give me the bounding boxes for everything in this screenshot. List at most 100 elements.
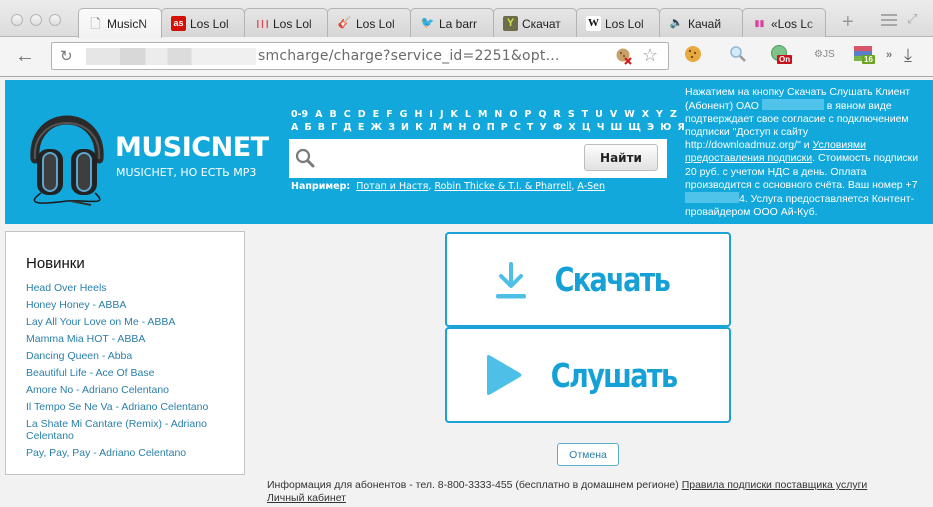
letter-link[interactable]: Л xyxy=(429,121,437,134)
letter-link[interactable]: У xyxy=(539,121,546,134)
minimize-window-button[interactable] xyxy=(30,14,42,26)
letter-link[interactable]: З xyxy=(388,121,395,134)
back-arrow-icon[interactable]: ← xyxy=(15,45,35,68)
cookie-extension-icon[interactable] xyxy=(684,45,702,68)
letter-link[interactable]: Z xyxy=(670,108,677,121)
letter-link[interactable]: М xyxy=(443,121,452,134)
letter-link[interactable]: E xyxy=(373,108,380,121)
browser-tab[interactable]: 🔈 Качай xyxy=(659,8,743,37)
letter-link[interactable]: A xyxy=(315,108,322,121)
find-button[interactable]: Найти xyxy=(584,144,658,171)
letter-link[interactable]: X xyxy=(642,108,649,121)
new-release-link[interactable]: Il Tempo Se Ne Va - Adriano Celentano xyxy=(26,401,231,414)
letter-link[interactable]: Ф xyxy=(553,121,562,134)
letter-link[interactable]: F xyxy=(386,108,393,121)
letter-link[interactable]: 0-9 xyxy=(291,108,308,121)
new-release-link[interactable]: La Shate Mi Cantare (Remix) - Adriano Ce… xyxy=(26,418,231,442)
subscription-rules-link[interactable]: Правила подписки поставщика услуги xyxy=(682,479,868,491)
new-release-link[interactable]: Beautiful Life - Ace Of Base xyxy=(26,367,231,380)
browser-tab[interactable]: Y Скачат xyxy=(493,8,577,37)
extensions-overflow-button[interactable]: » xyxy=(886,49,892,61)
zoom-window-button[interactable] xyxy=(49,14,61,26)
letter-link[interactable]: N xyxy=(494,108,502,121)
example-link[interactable]: Потап и Настя xyxy=(356,181,428,192)
letter-link[interactable]: Э xyxy=(647,121,654,134)
letter-link[interactable]: Y xyxy=(656,108,663,121)
search-extension-icon[interactable] xyxy=(729,45,747,68)
personal-account-link[interactable]: Личный кабинет xyxy=(267,492,346,504)
letter-link[interactable]: C xyxy=(344,108,351,121)
letter-link[interactable]: G xyxy=(400,108,408,121)
letter-link[interactable]: U xyxy=(595,108,603,121)
new-tab-button[interactable]: + xyxy=(842,11,854,34)
letter-link[interactable]: Щ xyxy=(628,121,641,134)
letter-link[interactable]: M xyxy=(478,108,487,121)
site-brand[interactable]: MUSICNET xyxy=(115,132,269,163)
letter-link[interactable]: L xyxy=(465,108,471,121)
letter-link[interactable]: К xyxy=(415,121,423,134)
letter-link[interactable]: R xyxy=(554,108,561,121)
letter-link[interactable]: Q xyxy=(538,108,546,121)
letter-link[interactable]: Е xyxy=(358,121,365,134)
letter-link[interactable]: Б xyxy=(304,121,311,134)
letter-link[interactable]: С xyxy=(514,121,521,134)
menu-icon[interactable] xyxy=(881,14,897,29)
letter-link[interactable]: Х xyxy=(568,121,575,134)
new-release-link[interactable]: Lay All Your Love on Me - ABBA xyxy=(26,316,231,329)
javascript-extension-icon[interactable]: ⚙JS xyxy=(814,49,835,60)
letter-link[interactable]: Ц xyxy=(582,121,591,134)
download-button[interactable]: Скачать xyxy=(445,232,731,327)
letter-link[interactable]: V xyxy=(610,108,617,121)
letter-link[interactable]: O xyxy=(509,108,517,121)
globe-extension-icon[interactable]: On xyxy=(770,45,793,68)
letter-link[interactable]: Я xyxy=(677,121,684,134)
close-window-button[interactable] xyxy=(11,14,23,26)
new-release-link[interactable]: Amore No - Adriano Celentano xyxy=(26,384,231,397)
letter-link[interactable]: T xyxy=(582,108,588,121)
letter-link[interactable]: P xyxy=(524,108,531,121)
letter-link[interactable]: K xyxy=(451,108,458,121)
new-release-link[interactable]: Head Over Heels xyxy=(26,282,231,295)
letter-link[interactable]: W xyxy=(624,108,634,121)
new-release-link[interactable]: Mamma Mia HOT - ABBA xyxy=(26,333,231,346)
new-release-link[interactable]: Pay, Pay, Pay - Adriano Celentano xyxy=(26,447,231,460)
letter-link[interactable]: Р xyxy=(501,121,508,134)
address-bar[interactable]: ↻ smcharge/charge?service_id=2251&opt… ☆ xyxy=(51,42,669,70)
letter-link[interactable]: О xyxy=(473,121,481,134)
browser-tab[interactable]: ❙❙❙ Los Lol xyxy=(244,8,328,37)
new-release-link[interactable]: Dancing Queen - Abba xyxy=(26,350,231,363)
letter-link[interactable]: S xyxy=(568,108,575,121)
browser-tab[interactable]: 🐦 La barr xyxy=(410,8,494,37)
letter-link[interactable]: Ш xyxy=(611,121,623,134)
letter-link[interactable]: Д xyxy=(343,121,351,134)
fullscreen-icon[interactable]: ⤢ xyxy=(907,11,917,27)
reload-icon[interactable]: ↻ xyxy=(60,47,73,65)
browser-tab[interactable]: W Los Lol xyxy=(576,8,660,37)
blocked-cookie-icon[interactable] xyxy=(615,47,633,69)
letter-link[interactable]: H xyxy=(414,108,422,121)
new-release-link[interactable]: Honey Honey - ABBA xyxy=(26,299,231,312)
letter-link[interactable]: D xyxy=(358,108,366,121)
browser-tab[interactable]: 🎸 Los Lol xyxy=(327,8,411,37)
listen-button[interactable]: Слушать xyxy=(445,327,731,423)
letter-link[interactable]: Ю xyxy=(660,121,671,134)
letter-link[interactable]: I xyxy=(429,108,433,121)
letter-link[interactable]: J xyxy=(440,108,444,121)
search-input[interactable] xyxy=(319,145,569,171)
headphones-logo-icon[interactable] xyxy=(21,97,113,211)
browser-tab[interactable]: ▮▮ «Los Lc xyxy=(742,8,826,37)
letter-link[interactable]: И xyxy=(401,121,409,134)
letter-link[interactable]: Ч xyxy=(597,121,605,134)
example-link[interactable]: Robin Thicke & T.I. & Pharrell xyxy=(434,181,571,192)
letter-link[interactable]: Ж xyxy=(370,121,382,134)
example-link[interactable]: A-Sen xyxy=(577,181,605,192)
letter-link[interactable]: Г xyxy=(331,121,337,134)
letter-link[interactable]: B xyxy=(330,108,337,121)
browser-tab[interactable]: as Los Lol xyxy=(161,8,245,37)
browser-tab[interactable]: 🗋 MusicN xyxy=(78,8,162,38)
url-text[interactable]: smcharge/charge?service_id=2251&opt… xyxy=(258,48,560,64)
cancel-button[interactable]: Отмена xyxy=(557,443,619,466)
tabs-extension-icon[interactable]: 16 xyxy=(853,45,875,68)
bookmark-star-icon[interactable]: ☆ xyxy=(642,45,658,66)
letter-link[interactable]: П xyxy=(487,121,495,134)
